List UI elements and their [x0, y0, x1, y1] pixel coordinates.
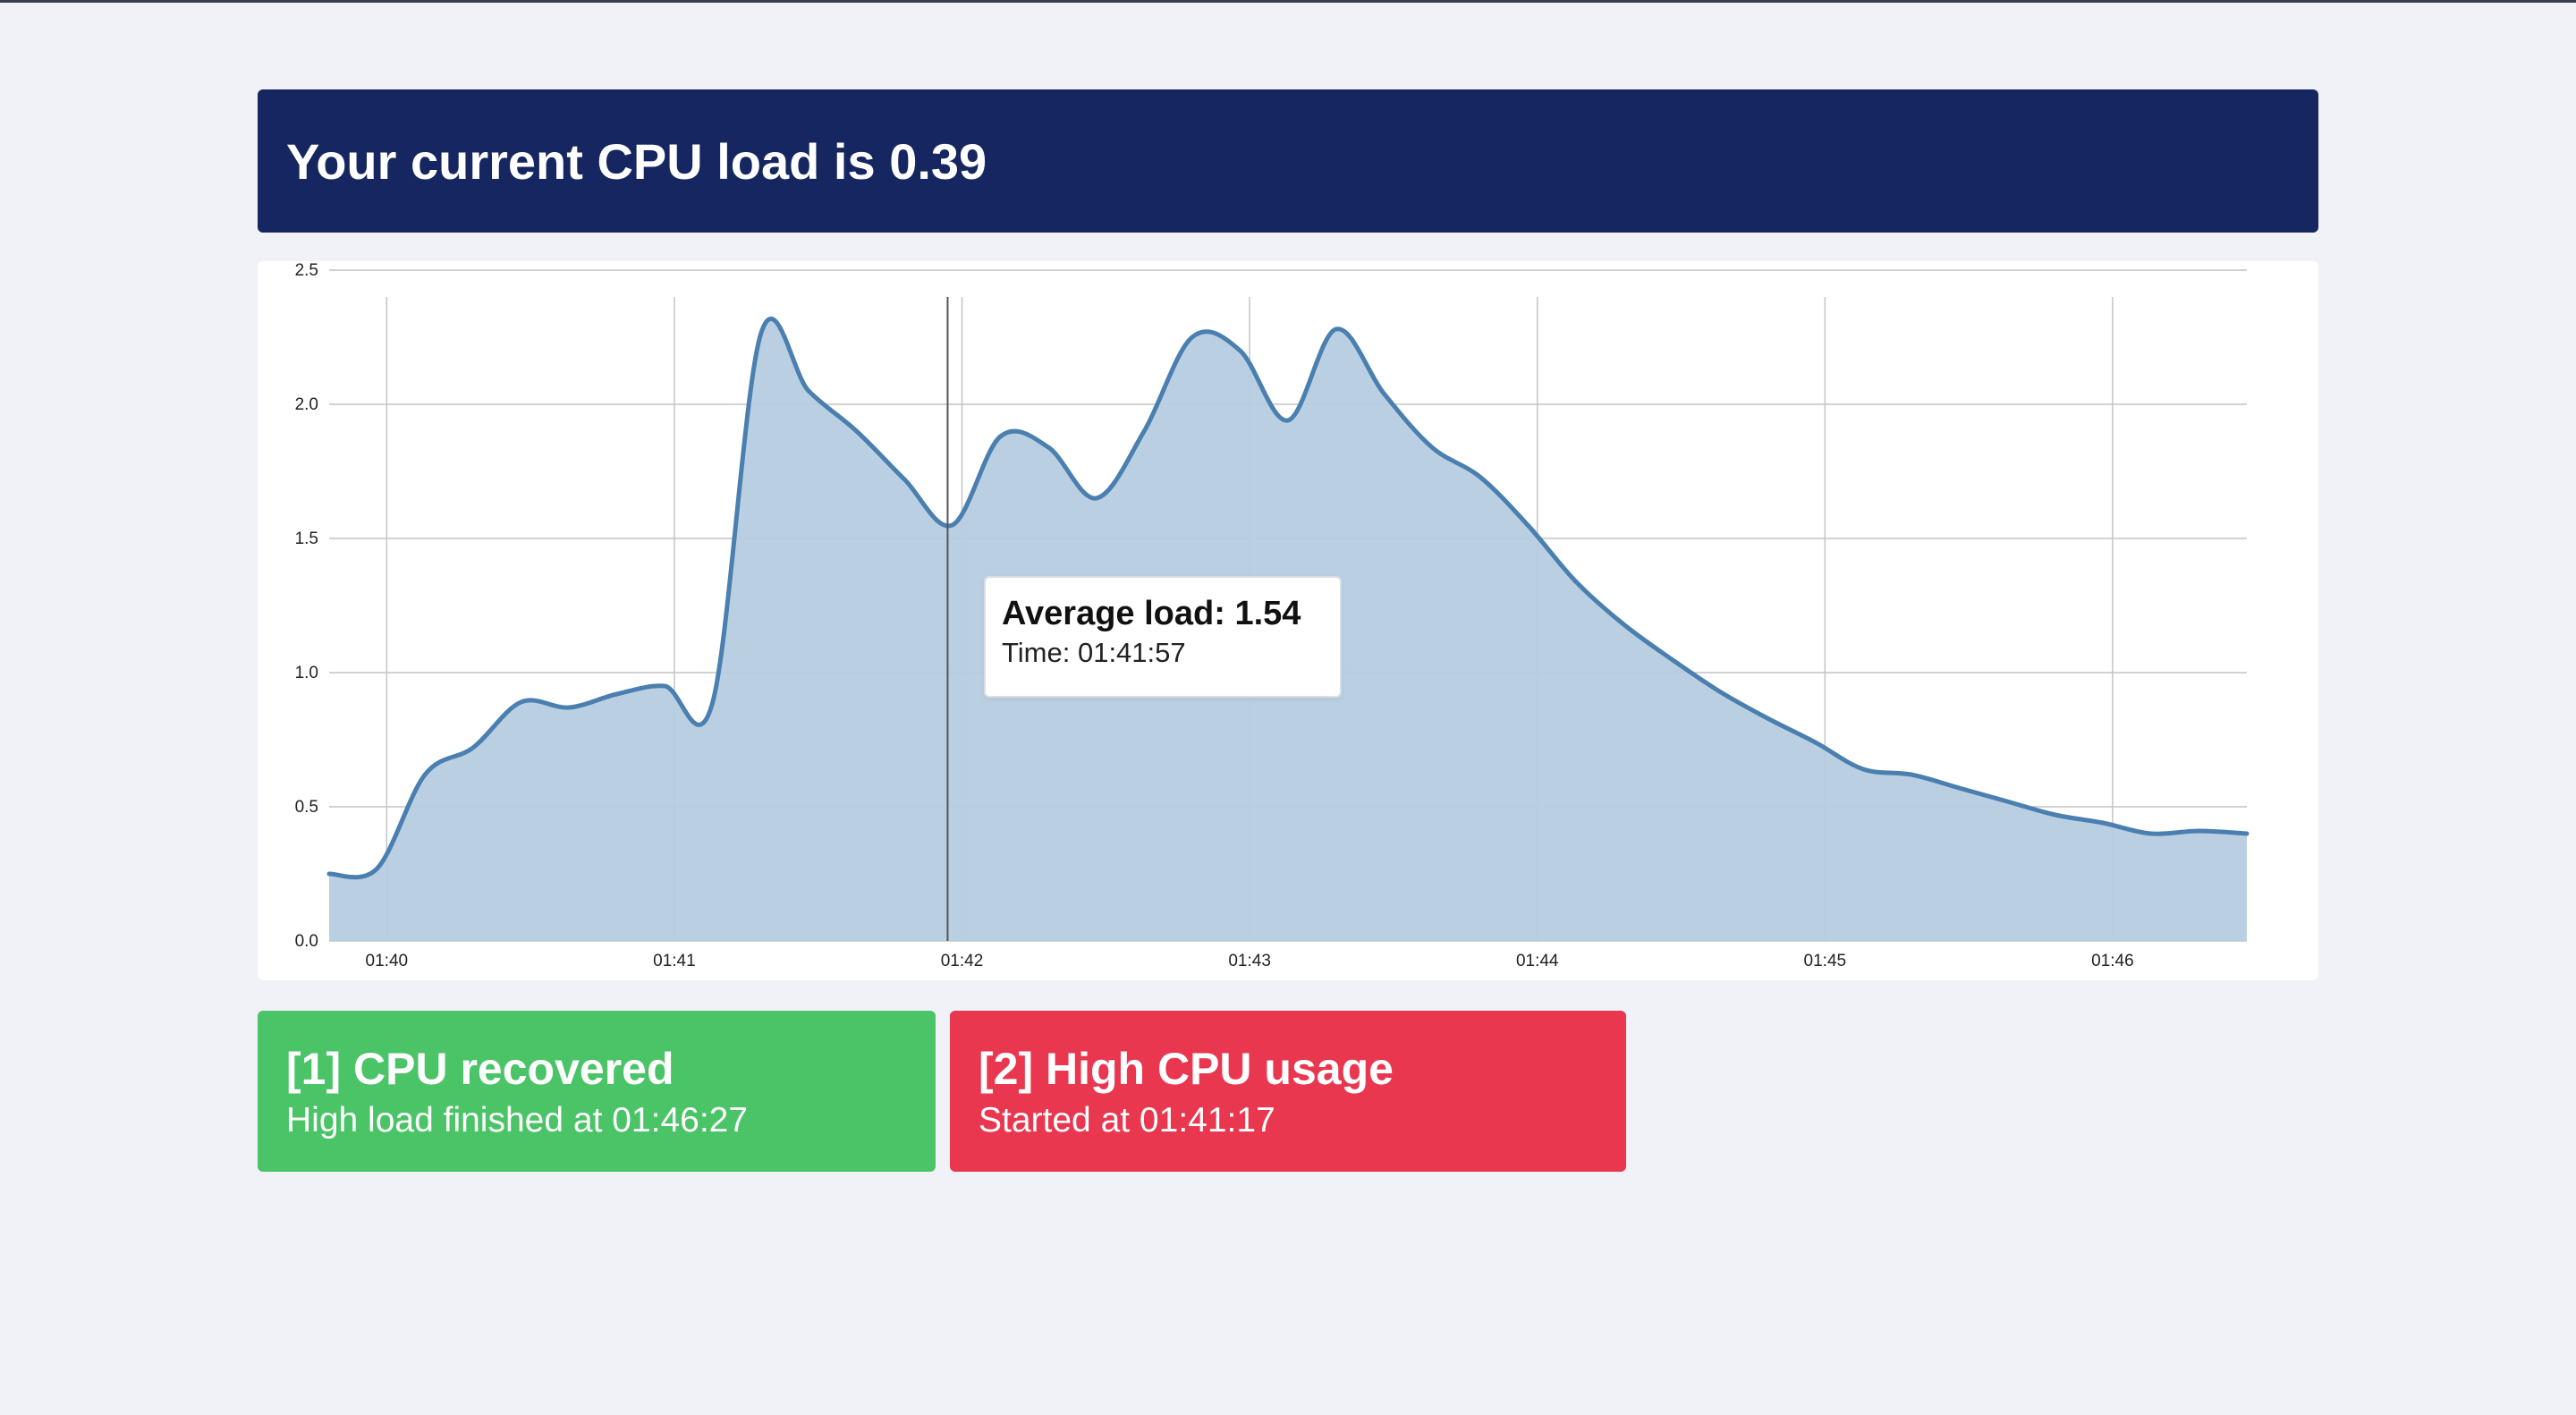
data-point[interactable]	[1477, 474, 1482, 479]
x-tick-label: 01:45	[1804, 952, 1847, 970]
data-point[interactable]	[1716, 689, 1722, 694]
data-point[interactable]	[758, 332, 763, 337]
data-point[interactable]	[375, 866, 380, 871]
data-point[interactable]	[902, 477, 907, 482]
data-point[interactable]	[2244, 831, 2250, 836]
data-point[interactable]	[1860, 767, 1866, 772]
x-tick-label: 01:43	[1228, 952, 1271, 970]
alert-subtitle: High load finished at 01:46:27	[286, 1101, 749, 1140]
data-point[interactable]	[1190, 335, 1195, 340]
alert-title: [1] CPU recovered	[286, 1044, 674, 1094]
data-point[interactable]	[1621, 622, 1626, 627]
data-point[interactable]	[614, 691, 620, 697]
data-point[interactable]	[1237, 348, 1242, 353]
data-point[interactable]	[1813, 740, 1818, 745]
y-tick-label: 0.0	[295, 932, 318, 951]
data-point[interactable]	[2004, 799, 2010, 804]
data-point[interactable]	[326, 871, 332, 877]
alert-title: [2] High CPU usage	[979, 1044, 1394, 1094]
x-tick-label: 01:44	[1516, 952, 1559, 970]
data-point[interactable]	[2100, 820, 2106, 826]
chart-tooltip: Average load: 1.54 Time: 01:41:57	[984, 576, 1342, 698]
y-tick-label: 0.5	[295, 798, 318, 817]
data-point[interactable]	[1765, 716, 1770, 721]
data-point[interactable]	[950, 522, 955, 528]
data-point[interactable]	[1525, 522, 1530, 528]
data-point[interactable]	[662, 683, 667, 689]
x-tick-label: 01:40	[366, 952, 409, 970]
alert-subtitle: Started at 01:41:17	[979, 1101, 1275, 1140]
window-top-border	[0, 0, 2576, 3]
tooltip-time: Time: 01:41:57	[1002, 637, 1186, 668]
data-point[interactable]	[1141, 428, 1147, 434]
data-point[interactable]	[710, 699, 716, 705]
data-point[interactable]	[1094, 496, 1099, 501]
cpu-load-header: Your current CPU load is 0.39	[258, 89, 2318, 233]
data-point[interactable]	[997, 434, 1003, 439]
data-point[interactable]	[2053, 812, 2058, 818]
y-tick-label: 2.0	[295, 395, 318, 414]
data-point[interactable]	[2148, 831, 2154, 836]
y-tick-label: 1.5	[295, 530, 318, 548]
data-point[interactable]	[1573, 579, 1579, 584]
data-point[interactable]	[1334, 326, 1339, 332]
data-point[interactable]	[854, 428, 860, 434]
data-point[interactable]	[470, 745, 476, 750]
data-point[interactable]	[1285, 418, 1291, 423]
y-tick-label: 2.5	[295, 261, 318, 280]
data-point[interactable]	[566, 705, 572, 710]
data-point[interactable]	[518, 699, 523, 705]
alert-high-cpu-usage[interactable]: [2] High CPU usage Started at 01:41:17	[950, 1011, 1626, 1172]
x-tick-label: 01:42	[941, 952, 984, 970]
cpu-load-chart[interactable]: 0.0 0.5 1.0 1.5 2.0 2.5 01:40 01:41 01:42 01:43 01…	[258, 261, 2318, 980]
data-point[interactable]	[1381, 391, 1386, 396]
data-point[interactable]	[806, 388, 811, 394]
alert-cpu-recovered[interactable]: [1] CPU recovered High load finished at …	[258, 1011, 936, 1172]
page-title: Your current CPU load is 0.39	[286, 132, 987, 190]
x-tick-label: 01:46	[2091, 952, 2134, 970]
data-point[interactable]	[1046, 445, 1051, 450]
data-point[interactable]	[1669, 657, 1674, 662]
data-point[interactable]	[1429, 445, 1435, 450]
data-point[interactable]	[1956, 785, 1962, 791]
x-tick-label: 01:41	[653, 952, 696, 970]
data-point[interactable]	[1909, 772, 1914, 777]
data-point[interactable]	[422, 772, 428, 777]
data-point[interactable]	[2196, 828, 2201, 834]
y-tick-label: 1.0	[295, 664, 318, 682]
tooltip-average-load: Average load: 1.54	[1002, 595, 1301, 632]
